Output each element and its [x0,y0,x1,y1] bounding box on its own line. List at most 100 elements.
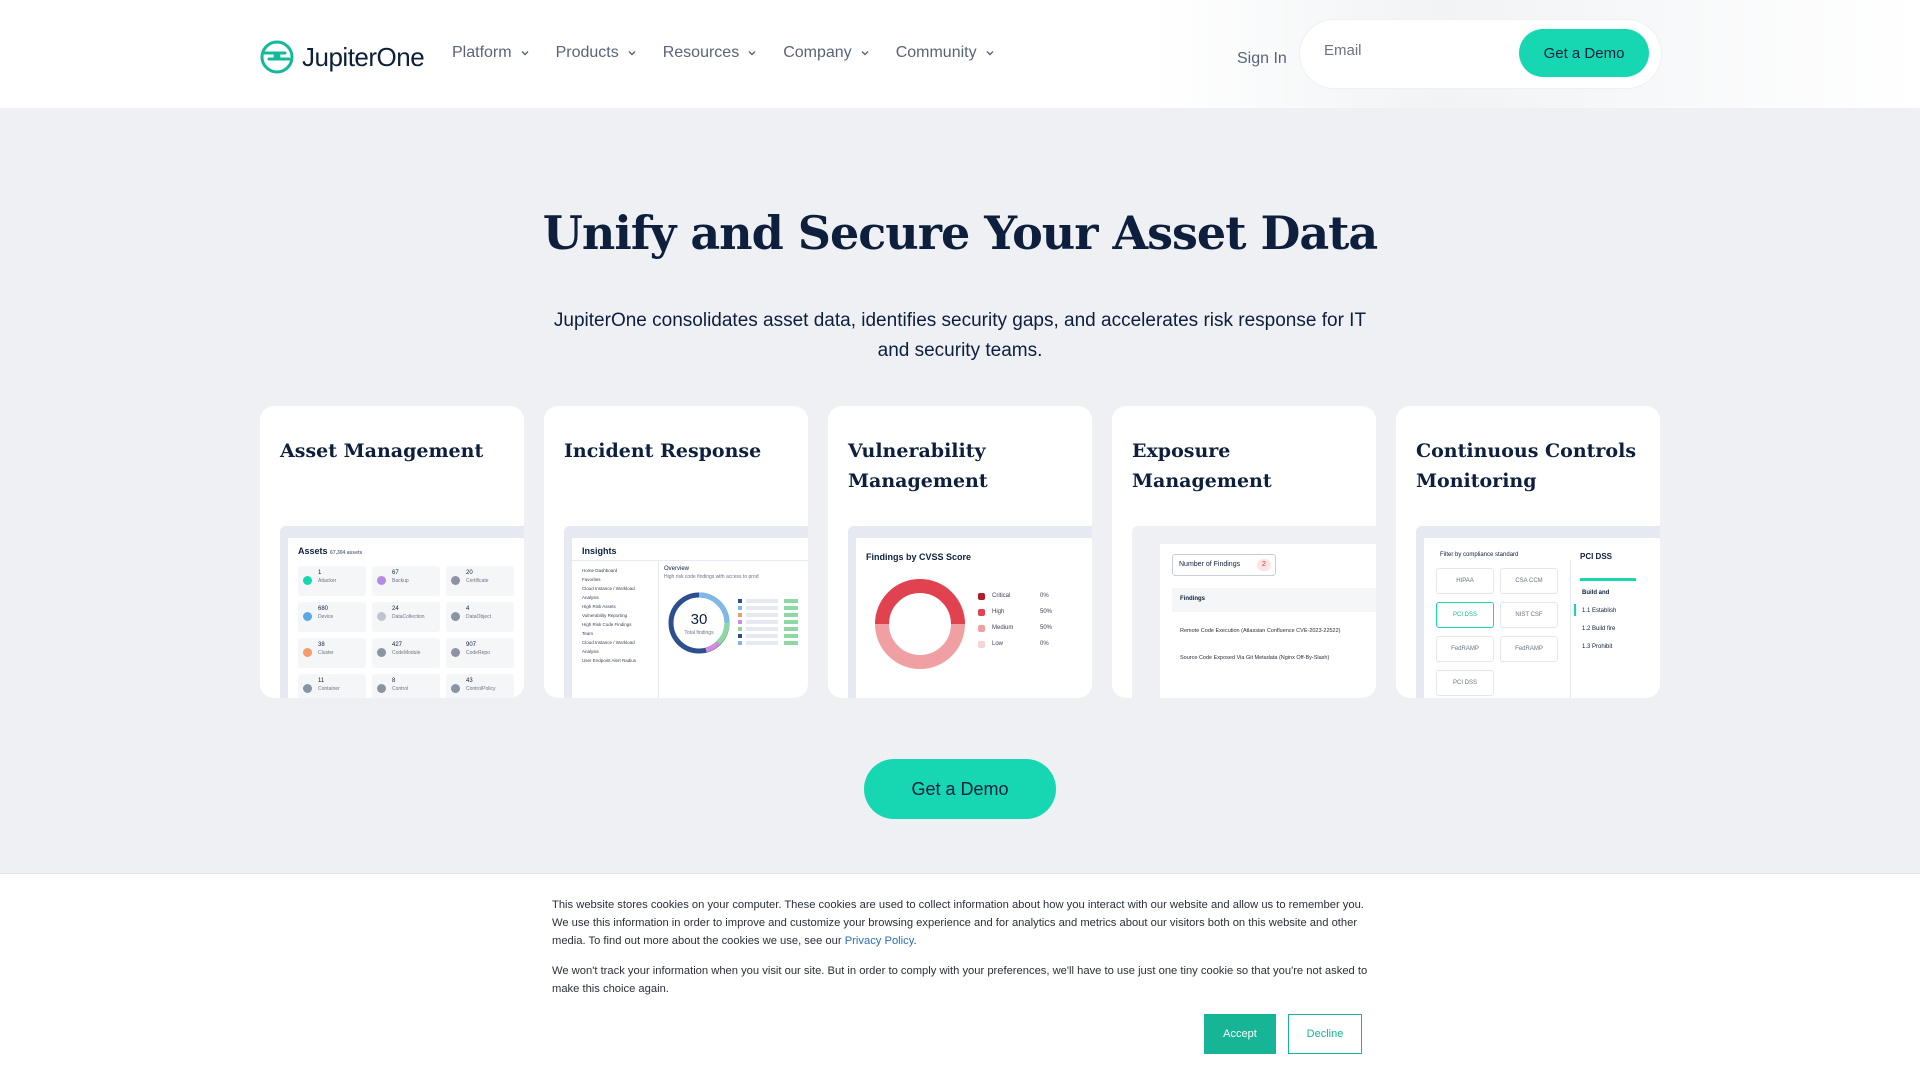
card-title: Exposure Management [1132,440,1272,492]
standard-option[interactable]: FedRAMP [1436,636,1494,662]
card-exposure-management[interactable]: Exposure Management Number of Findings 2… [1112,406,1376,698]
chevron-down-icon [861,51,869,56]
insights-sidebar-item[interactable]: High Risk Assets [582,602,652,611]
card-title: Incident Response [564,440,762,462]
asset-count: 1 [318,570,322,576]
main-nav: Platform Products Resources Company Comm… [452,44,995,62]
standard-option[interactable]: PCI DSS [1436,670,1494,696]
card-vulnerability-management[interactable]: Vulnerability Management Findings by CVS… [828,406,1092,698]
chevron-down-icon [748,51,756,56]
standard-option[interactable]: PCI DSS [1436,602,1494,628]
insights-sidebar-item[interactable]: High Risk Code Findings [582,620,652,629]
insights-sidebar-item[interactable]: Cloud Instance / Workload Analysis [582,638,652,656]
asset-tile[interactable]: 20 Certificate [446,566,514,596]
decline-cookies-button[interactable]: Decline [1288,1014,1362,1054]
asset-count: 20 [466,570,473,576]
insights-sidebar-item[interactable]: Favorites [582,575,652,584]
asset-type-icon [303,576,312,585]
nav-label: Products [555,44,619,61]
header-get-demo-button[interactable]: Get a Demo [1519,29,1649,77]
asset-label: DataObject [466,614,492,620]
standard-option[interactable]: CSA CCM [1500,568,1558,594]
card-title: Vulnerability Management [848,440,988,492]
accept-cookies-button[interactable]: Accept [1204,1014,1276,1054]
insights-sidebar-item[interactable]: Cloud Instance / Workload Analysis [582,584,652,602]
finding-row[interactable]: Remote Code Execution (Atlassian Conflue… [1180,628,1341,634]
jupiterone-logo[interactable]: JupiterOne [260,40,425,74]
cvss-legend: Critical 0% High 50% Medium 50% Low 0% [978,592,1068,656]
asset-label: Device [318,614,334,620]
legend-label: Critical [992,593,1011,599]
asset-tile[interactable]: 43 ControlPolicy [446,674,514,698]
asset-tile[interactable]: 907 CodeRepo [446,638,514,668]
asset-type-icon [377,684,386,693]
asset-type-icon [451,648,460,657]
email-signup-form: Get a Demo [1300,20,1661,88]
asset-type-icon [451,612,460,621]
card-asset-management[interactable]: Asset Management Assets 67,304 assets 1 A… [260,406,524,698]
privacy-policy-link[interactable]: Privacy Policy [845,935,914,947]
panel-item[interactable]: 1.3 Prohibit [1582,644,1612,650]
email-input[interactable] [1324,42,1504,59]
incident-response-preview: Insights Home Dashboard Favorites Cloud In… [564,526,808,698]
legend-swatch [978,625,985,632]
product-cards: Asset Management Assets 67,304 assets 1 A… [260,406,1660,698]
nav-community[interactable]: Community [896,44,995,62]
preview-title: Assets [298,546,328,556]
sign-in-link[interactable]: Sign In [1237,50,1287,68]
asset-type-icon [377,612,386,621]
asset-count: 4 [466,606,470,612]
asset-count: 427 [392,642,403,648]
badge-count: 2 [1257,559,1271,571]
nav-platform[interactable]: Platform [452,44,530,62]
standard-option[interactable]: FedRAMP [1500,636,1558,662]
donut-value: 30 [690,611,708,628]
asset-count: 680 [318,606,329,612]
chevron-down-icon [628,51,636,56]
asset-label: Certificate [466,578,489,584]
asset-label: Attacker [318,578,337,584]
standard-option[interactable]: NIST CSF [1500,602,1558,628]
asset-tile[interactable]: 680 Device [298,602,366,632]
get-demo-button[interactable]: Get a Demo [864,759,1056,819]
chevron-down-icon [521,51,529,56]
insights-sidebar-item[interactable]: Vulnerability Reporting [582,611,652,620]
asset-label: Cluster [318,650,334,656]
cvss-legend-row: Critical 0% [978,592,1068,608]
insights-sidebar-item[interactable]: Home Dashboard [582,566,652,575]
logo-wordmark: JupiterOne [302,41,425,72]
asset-tile[interactable]: 67 Backup [372,566,440,596]
standard-option[interactable]: HIPAA [1436,568,1494,594]
asset-count: 67 [392,570,399,576]
asset-tile[interactable]: 427 CodeModule [372,638,440,668]
asset-type-icon [377,576,386,585]
panel-item[interactable]: 1.2 Build fire [1582,626,1615,632]
asset-tile[interactable]: 38 Cluster [298,638,366,668]
cvss-donut [875,579,965,669]
asset-type-icon [303,612,312,621]
nav-resources[interactable]: Resources [663,44,757,62]
finding-row[interactable]: Source Code Exposed Via Git Metadata (Ng… [1180,655,1329,661]
panel-item[interactable]: 1.1 Establish [1582,608,1616,614]
asset-tile[interactable]: 8 Control [372,674,440,698]
asset-count: 43 [466,678,473,684]
asset-tile[interactable]: 4 DataObject [446,602,514,632]
asset-tile[interactable]: 11 Container [298,674,366,698]
nav-products[interactable]: Products [556,44,637,62]
asset-tile[interactable]: 24 DataCollection [372,602,440,632]
card-incident-response[interactable]: Incident Response Insights Home Dashboar… [544,406,808,698]
asset-label: Control [392,686,409,692]
insights-sidebar-item[interactable]: Team [582,629,652,638]
asset-grid: 1 Attacker 67 Backup 20 Certificate 680 Device 2… [298,566,514,698]
legend-label: Medium [992,625,1014,631]
insights-sidebar-item[interactable]: User Endpoint Alert Radius [582,656,652,665]
asset-count: 38 [318,642,325,648]
hero-title: Unify and Secure Your Asset Data [542,206,1378,260]
cookie-text-2: We won't track your information when you… [552,965,1368,995]
nav-company[interactable]: Company [783,44,869,62]
panel-section: Build and [1582,590,1610,596]
overview-title: Overview [664,566,690,572]
legend-label: Low [992,641,1004,647]
asset-tile[interactable]: 1 Attacker [298,566,366,596]
card-continuous-controls-monitoring[interactable]: Continuous Controls Monitoring Filter by… [1396,406,1660,698]
